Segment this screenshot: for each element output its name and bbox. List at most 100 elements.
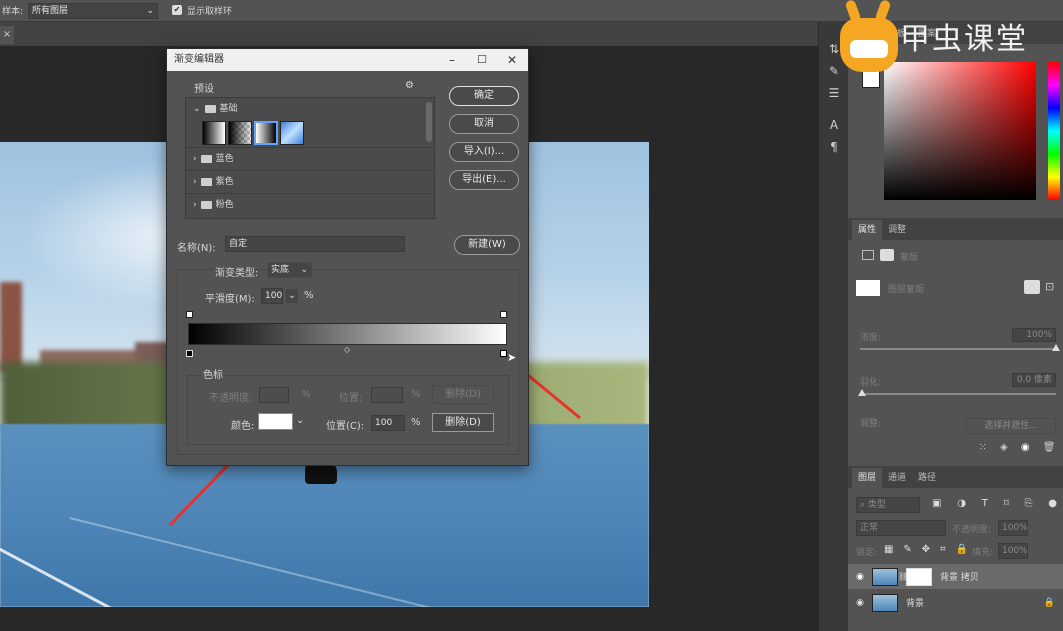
cursor-icon: ➤ [507,351,517,364]
chevron-right-icon: › [193,154,197,164]
adjustment-filter-icon[interactable]: ◑ [957,498,966,512]
pixel-mask-icon[interactable] [862,250,874,260]
visibility-icon[interactable]: ◉ [1021,442,1030,462]
chevron-down-icon: ⌄ [193,104,201,114]
layer-row[interactable]: ◉ ⛓ 背景 拷贝 [848,564,1063,589]
tab-channels[interactable]: 通道 [882,468,912,488]
ok-button[interactable]: 确定 [449,86,519,106]
new-button[interactable]: 新建(W) [454,235,520,255]
lock-artboard-icon[interactable]: ⌗ [940,544,946,558]
gradient-editor-dialog: 渐变编辑器 – ☐ ✕ 预设 ⚙ ⌄ 基础 › 蓝色 › 紫色 › 粉色 确定 取消 导… [166,48,529,466]
blend-mode-select[interactable]: 正常 [856,520,946,536]
density-slider[interactable] [860,348,1056,350]
layer-mask-label: 图层蒙版 [888,285,925,295]
folder-icon [204,104,216,113]
close-icon[interactable]: ✕ [497,49,527,71]
location-c-label: 位置(C): [326,421,365,432]
paragraph-icon[interactable]: ¶ [819,136,849,158]
opacity-stop-label: 不透明度: [209,393,253,404]
opacity-stop-field [259,387,289,403]
gear-icon[interactable]: ⚙ [405,80,414,91]
color-picker-field[interactable] [884,62,1036,200]
properties-footer: ⁙ ◈ ◉ 🗑 [972,442,1062,462]
location-c-field[interactable]: 100 [371,415,405,431]
preset-swatch[interactable] [202,121,226,145]
feather-slider[interactable] [860,393,1056,395]
layer-kind-label: 类型 [867,500,886,510]
tab-layers[interactable]: 图层 [852,468,883,488]
select-pixel-mask-icon[interactable] [1024,280,1040,294]
preset-swatch[interactable] [280,121,304,145]
midpoint-diamond[interactable]: ◇ [344,345,350,354]
vector-mask-icon[interactable] [880,249,894,261]
tab-adjustments[interactable]: 调整 [882,220,912,240]
load-selection-icon[interactable]: ⁙ [979,442,987,462]
density-slider-handle[interactable] [1052,344,1060,351]
chevron-down-icon[interactable]: ⌄ [286,289,298,303]
lock-transparent-icon[interactable]: ▦ [884,544,893,558]
image-filter-icon[interactable]: ▣ [932,498,941,512]
name-field[interactable]: 自定 [225,236,405,252]
delete-color-stop-button[interactable]: 删除(D) [432,413,494,432]
layer-mask-thumbnail[interactable] [906,567,932,586]
color-stop-right-selected[interactable] [500,350,507,357]
opacity-stop-right[interactable] [500,311,507,318]
folder-icon [200,177,212,186]
feather-slider-handle[interactable] [858,389,866,396]
shape-filter-icon[interactable]: ⌑ [1004,498,1009,512]
preset-swatches [186,121,422,147]
visibility-eye-icon[interactable]: ◉ [848,598,872,608]
color-stop-swatch[interactable] [258,413,293,430]
preset-folder-basics[interactable]: ⌄ 基础 [186,98,434,121]
delete-opacity-stop-button: 删除(D) [432,385,494,404]
select-and-mask-button[interactable]: 选择并遮住... [966,418,1056,434]
tab-paths[interactable]: 路径 [912,468,942,488]
preset-folder-blue[interactable]: › 蓝色 [186,147,434,170]
gradient-type-select[interactable]: 实底 ⌄ [267,262,312,278]
import-button[interactable]: 导入(I)... [449,142,519,162]
visibility-eye-icon[interactable]: ◉ [848,572,872,582]
layer-kind-filter[interactable]: ⌕ 类型 [856,497,920,513]
presets-scrollbar[interactable] [426,102,432,142]
color-stop-left[interactable] [186,350,193,357]
smoothness-unit: % [304,290,314,301]
opacity-stop-left[interactable] [186,311,193,318]
character-icon[interactable]: A [819,114,849,136]
preset-folder-pink[interactable]: › 粉色 [186,193,434,216]
export-button[interactable]: 导出(E)... [449,170,519,190]
chevron-down-icon[interactable]: ⌄ [296,415,304,426]
lock-position-icon[interactable]: ✥ [922,544,930,558]
layer-thumbnail [872,593,898,612]
preset-swatch[interactable] [228,121,252,145]
search-icon: ⌕ [860,500,868,510]
cancel-button[interactable]: 取消 [449,114,519,134]
link-icon[interactable]: ⛓ [898,572,908,581]
tab-properties[interactable]: 属性 [852,220,883,240]
opacity-location-field [371,387,403,403]
layer-row[interactable]: ◉ 背景 🔒 [848,590,1063,615]
lock-image-icon[interactable]: ✎ [903,544,911,558]
apply-mask-icon[interactable]: ◈ [1000,442,1008,462]
density-field[interactable]: 100% [1012,328,1056,342]
hue-slider[interactable] [1048,62,1060,200]
add-vector-mask-icon[interactable]: ⊡ [1045,280,1054,293]
maximize-icon[interactable]: ☐ [467,49,497,71]
trash-icon[interactable]: 🗑 [1043,442,1056,462]
fill-field[interactable]: 100% [998,543,1028,559]
smoothness-field[interactable]: 100 [261,288,283,304]
right-panels: 颜色 色板 图案 属性 调整 蒙版 图层蒙版 ⊡ 浓度: 100% 羽化: 0.… [848,22,1063,631]
minimize-icon[interactable]: – [437,49,467,71]
color-label: 颜色: [231,421,255,432]
filter-toggle-icon[interactable]: ● [1048,498,1057,512]
gradient-preview-bar[interactable] [188,323,507,345]
adjustments-icon[interactable]: ☰ [819,82,849,104]
smart-object-filter-icon[interactable]: ⎘ [1025,498,1033,512]
feather-field[interactable]: 0.0 像素 [1012,373,1056,387]
preset-folder-purple[interactable]: › 紫色 [186,170,434,193]
lock-icon: 🔒 [1043,597,1055,608]
preset-swatch-selected[interactable] [254,121,278,145]
opacity-field[interactable]: 100% [998,520,1028,536]
type-filter-icon[interactable]: T [982,498,988,512]
name-label: 名称(N): [177,243,216,254]
lock-all-icon[interactable]: 🔒 [956,544,968,558]
